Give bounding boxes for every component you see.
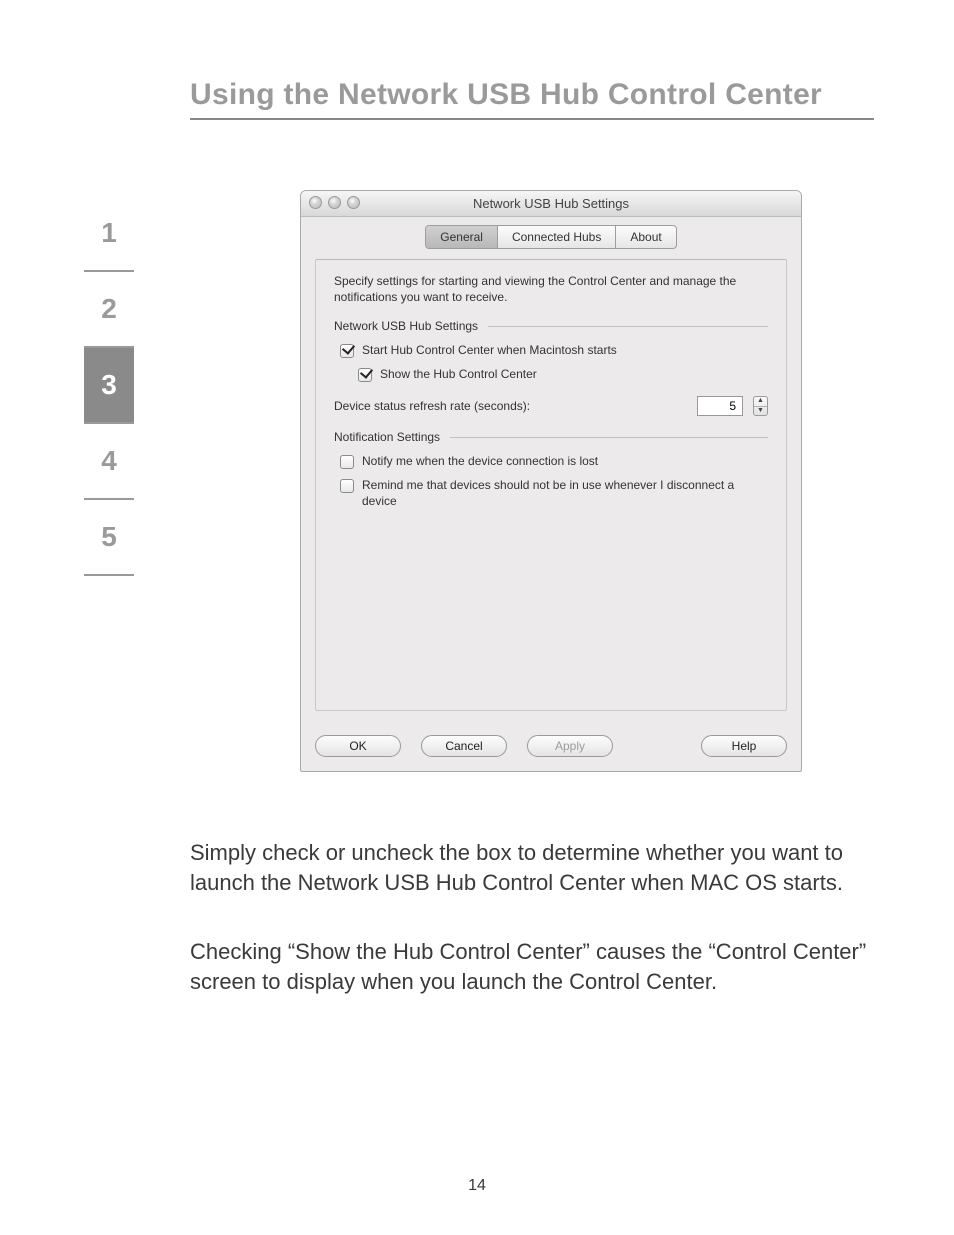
section-notification-settings: Notification Settings xyxy=(334,430,768,444)
tab-connected-hubs[interactable]: Connected Hubs xyxy=(498,226,616,248)
section-label: Network USB Hub Settings xyxy=(334,319,478,333)
checkbox-icon[interactable] xyxy=(340,455,354,469)
window-title: Network USB Hub Settings xyxy=(473,196,629,211)
section-rule xyxy=(450,437,768,438)
checkbox-label: Show the Hub Control Center xyxy=(380,367,537,383)
checkbox-notify-connection-lost[interactable]: Notify me when the device connection is … xyxy=(340,454,768,470)
general-pane: Specify settings for starting and viewin… xyxy=(315,259,787,711)
ok-button[interactable]: OK xyxy=(315,735,401,757)
tab-about[interactable]: About xyxy=(616,226,675,248)
section-rule xyxy=(488,326,768,327)
side-nav: 12345 xyxy=(84,196,134,576)
page-number: 14 xyxy=(0,1177,954,1195)
titlebar: Network USB Hub Settings xyxy=(301,191,801,217)
refresh-rate-stepper[interactable]: ▲ ▼ xyxy=(753,396,768,416)
chevron-up-icon[interactable]: ▲ xyxy=(754,397,767,407)
tab-general[interactable]: General xyxy=(426,226,498,248)
side-nav-item-1[interactable]: 1 xyxy=(84,196,134,272)
checkbox-icon[interactable] xyxy=(340,344,354,358)
page-title: Using the Network USB Hub Control Center xyxy=(190,78,874,120)
side-nav-item-4[interactable]: 4 xyxy=(84,424,134,500)
section-label: Notification Settings xyxy=(334,430,440,444)
checkbox-remind-disconnect[interactable]: Remind me that devices should not be in … xyxy=(340,478,768,509)
checkbox-icon[interactable] xyxy=(340,479,354,493)
section-hub-settings: Network USB Hub Settings xyxy=(334,319,768,333)
side-nav-item-5[interactable]: 5 xyxy=(84,500,134,576)
side-nav-item-3[interactable]: 3 xyxy=(84,348,134,424)
checkbox-label: Start Hub Control Center when Macintosh … xyxy=(362,343,617,359)
zoom-icon[interactable] xyxy=(347,196,360,209)
body-copy: Simply check or uncheck the box to deter… xyxy=(190,838,874,1037)
tab-bar: GeneralConnected HubsAbout xyxy=(301,217,801,249)
apply-button[interactable]: Apply xyxy=(527,735,613,757)
checkbox-icon[interactable] xyxy=(358,368,372,382)
minimize-icon[interactable] xyxy=(328,196,341,209)
refresh-rate-label: Device status refresh rate (seconds): xyxy=(334,399,530,413)
close-icon[interactable] xyxy=(309,196,322,209)
tab-group: GeneralConnected HubsAbout xyxy=(425,225,676,249)
cancel-button[interactable]: Cancel xyxy=(421,735,507,757)
paragraph-2: Checking “Show the Hub Control Center” c… xyxy=(190,937,874,996)
checkbox-show-control-center[interactable]: Show the Hub Control Center xyxy=(358,367,768,383)
button-row: OK Cancel Apply Help xyxy=(315,735,787,757)
chevron-down-icon[interactable]: ▼ xyxy=(754,407,767,416)
checkbox-label: Remind me that devices should not be in … xyxy=(362,478,768,509)
refresh-rate-row: Device status refresh rate (seconds): ▲ … xyxy=(334,396,768,416)
settings-window: Network USB Hub Settings GeneralConnecte… xyxy=(300,190,802,772)
refresh-rate-input[interactable] xyxy=(697,396,743,416)
side-nav-item-2[interactable]: 2 xyxy=(84,272,134,348)
help-button[interactable]: Help xyxy=(701,735,787,757)
checkbox-label: Notify me when the device connection is … xyxy=(362,454,598,470)
traffic-lights xyxy=(309,196,360,209)
paragraph-1: Simply check or uncheck the box to deter… xyxy=(190,838,874,897)
checkbox-start-on-login[interactable]: Start Hub Control Center when Macintosh … xyxy=(340,343,768,359)
pane-description: Specify settings for starting and viewin… xyxy=(334,274,768,305)
